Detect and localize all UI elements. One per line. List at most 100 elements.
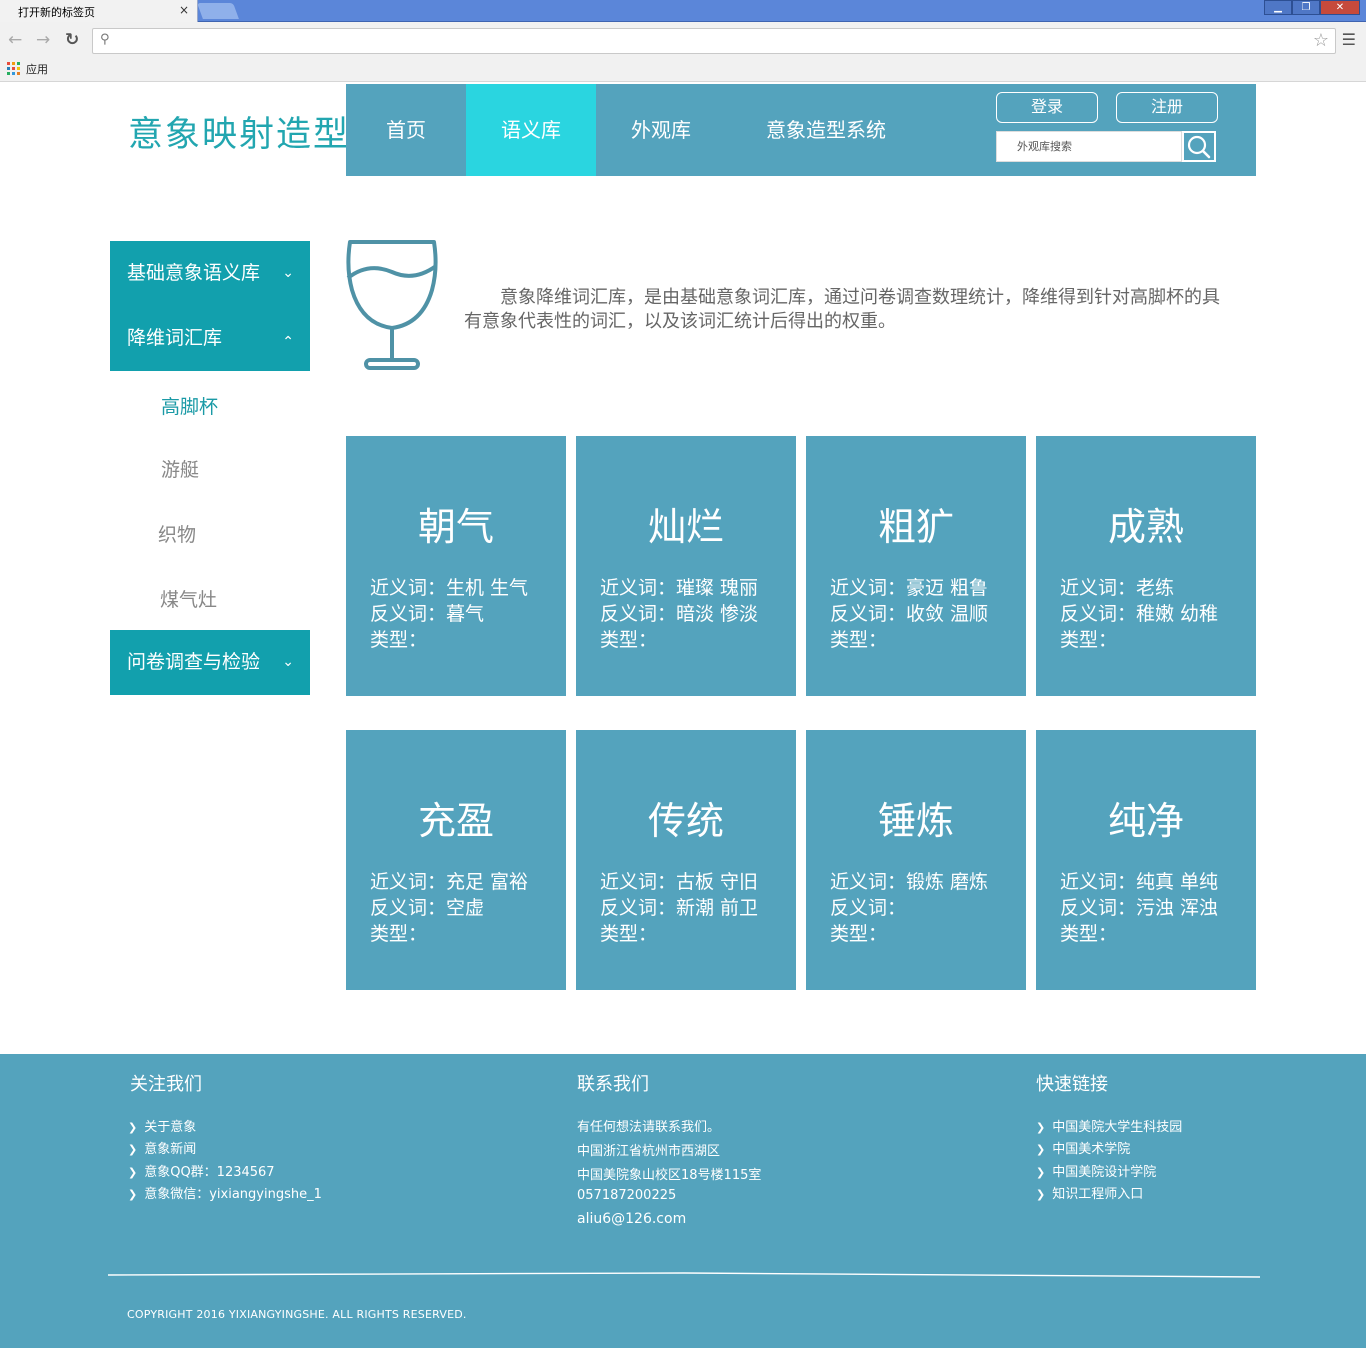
footer-qq-group: ❯ 意象QQ群：1234567 xyxy=(128,1161,275,1180)
search-field xyxy=(996,131,1182,162)
word-card-antonyms: 反义词： xyxy=(830,897,907,919)
word-card-title: 成熟 xyxy=(1107,505,1184,549)
word-card[interactable]: 锤炼近义词：锻炼 磨炼 反义词： 类型： xyxy=(806,730,1026,990)
back-arrow-icon[interactable]: ← xyxy=(8,30,22,50)
footer-follow-title: 关注我们 xyxy=(130,1074,202,1095)
footer-link-label: 中国美院大学生科技园 xyxy=(1052,1120,1183,1135)
sidebar-group-label: 基础意象语义库 xyxy=(127,262,261,284)
sidebar-group-survey[interactable]: 问卷调查与检验 ⌄ xyxy=(110,630,310,695)
search-button[interactable] xyxy=(1182,131,1216,162)
word-card-antonyms: 反义词：新潮 前卫 xyxy=(600,897,759,919)
word-card[interactable]: 纯净 近义词：纯真 单纯 反义词：污浊 浑浊 类型： xyxy=(1036,730,1256,990)
contact-email[interactable]: aliu6@126.com xyxy=(577,1211,686,1227)
sidebar-item-fabric[interactable]: 织物 xyxy=(158,520,196,547)
word-card[interactable]: 充盈近义词：充足 富裕 反义词：空虚 类型： xyxy=(346,730,566,990)
chevron-up-icon: ⌃ xyxy=(282,334,294,350)
word-card-synonyms: 近义词：纯真 单纯 xyxy=(1060,871,1219,893)
site-logo[interactable]: 意象映射造型 xyxy=(128,106,350,157)
chevron-down-icon: ⌄ xyxy=(282,654,294,670)
footer-link-news[interactable]: ❯ 意象新闻 xyxy=(128,1138,196,1157)
word-card-synonyms: 近义词：豪迈 粗鲁 xyxy=(830,577,989,599)
word-card-title: 锤炼 xyxy=(877,799,954,843)
word-card-type: 类型： xyxy=(830,923,888,945)
apps-grid-icon[interactable] xyxy=(7,62,20,75)
word-card[interactable]: 朝气 近义词：生机 生气 反义词：暮气 类型： xyxy=(346,436,566,696)
new-tab-button[interactable] xyxy=(197,3,239,19)
copyright: COPYRIGHT 2016 YIXIANGYINGSHE. ALL RIGHT… xyxy=(127,1308,467,1321)
footer-contact-title: 联系我们 xyxy=(577,1074,649,1095)
chevron-right-icon: ❯ xyxy=(128,1188,138,1201)
word-card-antonyms: 反义词：污浊 浑浊 xyxy=(1060,897,1219,919)
forward-arrow-icon[interactable]: → xyxy=(36,30,50,50)
word-card[interactable]: 粗犷 近义词：豪迈 粗鲁 反义词：收敛 温顺 类型： xyxy=(806,436,1026,696)
word-card-synonyms: 近义词：充足 富裕 xyxy=(370,871,529,893)
contact-phone: 057187200225 xyxy=(577,1188,677,1203)
word-card-type: 类型： xyxy=(1060,629,1118,651)
sidebar-item-yacht[interactable]: 游艇 xyxy=(161,455,199,482)
sidebar-group-reduced-vocab[interactable]: 降维词汇库 ⌃ xyxy=(110,306,310,371)
login-button[interactable]: 登录 xyxy=(996,92,1098,123)
minimize-button[interactable]: ▁ xyxy=(1264,0,1292,15)
nav-modeling-system[interactable]: 意象造型系统 xyxy=(746,84,906,176)
restore-button[interactable]: ❐ xyxy=(1292,0,1320,15)
browser-menu-icon[interactable]: ☰ xyxy=(1342,30,1356,49)
word-card-antonyms: 反义词：稚嫩 幼稚 xyxy=(1060,603,1219,625)
word-card[interactable]: 灿烂 近义词：璀璨 瑰丽 反义词：暗淡 惨淡 类型： xyxy=(576,436,796,696)
chevron-right-icon: ❯ xyxy=(1036,1166,1046,1179)
sidebar-item-gas-stove[interactable]: 煤气灶 xyxy=(160,585,217,612)
reload-icon[interactable]: ↻ xyxy=(65,30,79,50)
quick-link-engineer-portal[interactable]: ❯ 知识工程师入口 xyxy=(1036,1183,1143,1202)
sidebar-group-basic-semantic[interactable]: 基础意象语义库 ⌄ xyxy=(110,241,310,306)
word-card-title: 充盈 xyxy=(417,799,494,843)
footer-link-label: 中国美术学院 xyxy=(1052,1142,1131,1157)
footer-divider xyxy=(108,1272,1260,1278)
bookmark-star-icon[interactable]: ☆ xyxy=(1313,30,1329,51)
chevron-right-icon: ❯ xyxy=(128,1166,138,1179)
contact-address-room: 中国美院象山校区18号楼115室 xyxy=(577,1168,762,1183)
word-card-synonyms: 近义词：古板 守旧 xyxy=(600,871,759,893)
quick-link-tech-park[interactable]: ❯ 中国美院大学生科技园 xyxy=(1036,1116,1182,1135)
word-card-type: 类型： xyxy=(370,923,428,945)
footer-link-label: 意象新闻 xyxy=(144,1142,197,1157)
browser-toolbar: ← → ↻ ⚲ ☆ ☰ xyxy=(0,22,1366,58)
apps-shortcut[interactable]: 应用 xyxy=(26,61,48,77)
word-card-title: 灿烂 xyxy=(647,505,724,549)
quick-link-academy[interactable]: ❯ 中国美术学院 xyxy=(1036,1138,1130,1157)
sidebar-group-label: 降维词汇库 xyxy=(127,327,223,349)
register-button[interactable]: 注册 xyxy=(1116,92,1218,123)
quick-link-design-school[interactable]: ❯ 中国美院设计学院 xyxy=(1036,1161,1156,1180)
word-card[interactable]: 传统 近义词：古板 守旧 反义词：新潮 前卫 类型： xyxy=(576,730,796,990)
main-nav: 首页 语义库 外观库 意象造型系统 登录 注册 xyxy=(346,84,1256,176)
nav-appearance-library[interactable]: 外观库 xyxy=(596,84,726,176)
chevron-right-icon: ❯ xyxy=(128,1121,138,1134)
nav-home[interactable]: 首页 xyxy=(346,84,466,176)
word-card-type: 类型： xyxy=(1060,923,1118,945)
address-bar[interactable]: ⚲ ☆ xyxy=(92,28,1336,54)
word-card-title: 传统 xyxy=(647,799,724,843)
contact-line: 有任何想法请联系我们。 xyxy=(577,1120,721,1135)
contact-address-city: 中国浙江省杭州市西湖区 xyxy=(577,1144,721,1159)
word-card-antonyms: 反义词：空虚 xyxy=(370,897,485,919)
tab-close-icon[interactable]: × xyxy=(179,3,189,17)
nav-semantic-library[interactable]: 语义库 xyxy=(466,84,596,176)
bookmarks-bar: 应用 xyxy=(0,58,1366,82)
search-input[interactable] xyxy=(997,132,1181,161)
footer-link-label: 关于意象 xyxy=(144,1120,197,1135)
browser-tab[interactable]: 打开新的标签页 × xyxy=(0,0,198,22)
word-card-type: 类型： xyxy=(370,629,428,651)
footer-item-label: 意象微信：yixiangyingshe_1 xyxy=(144,1187,322,1202)
word-card-synonyms: 近义词：锻炼 磨炼 xyxy=(830,871,989,893)
word-card-synonyms: 近义词：老练 xyxy=(1060,577,1175,599)
sidebar-item-goblet[interactable]: 高脚杯 xyxy=(161,392,218,419)
intro-description: 意象降维词汇库，是由基础意象词汇库，通过问卷调查数理统计，降维得到针对高脚杯的具… xyxy=(464,287,1220,332)
word-card-antonyms: 反义词：收敛 温顺 xyxy=(830,603,989,625)
chevron-down-icon: ⌄ xyxy=(282,265,294,281)
footer-links-title: 快速链接 xyxy=(1036,1074,1108,1095)
footer-wechat: ❯ 意象微信：yixiangyingshe_1 xyxy=(128,1183,322,1202)
close-window-button[interactable]: ✕ xyxy=(1320,0,1360,15)
sidebar-group-label: 问卷调查与检验 xyxy=(127,651,261,673)
chevron-right-icon: ❯ xyxy=(1036,1188,1046,1201)
word-card[interactable]: 成熟近义词：老练反义词：稚嫩 幼稚 类型： xyxy=(1036,436,1256,696)
browser-titlebar: 打开新的标签页 × ▁ ❐ ✕ xyxy=(0,0,1366,22)
footer-link-about[interactable]: ❯ 关于意象 xyxy=(128,1116,196,1135)
